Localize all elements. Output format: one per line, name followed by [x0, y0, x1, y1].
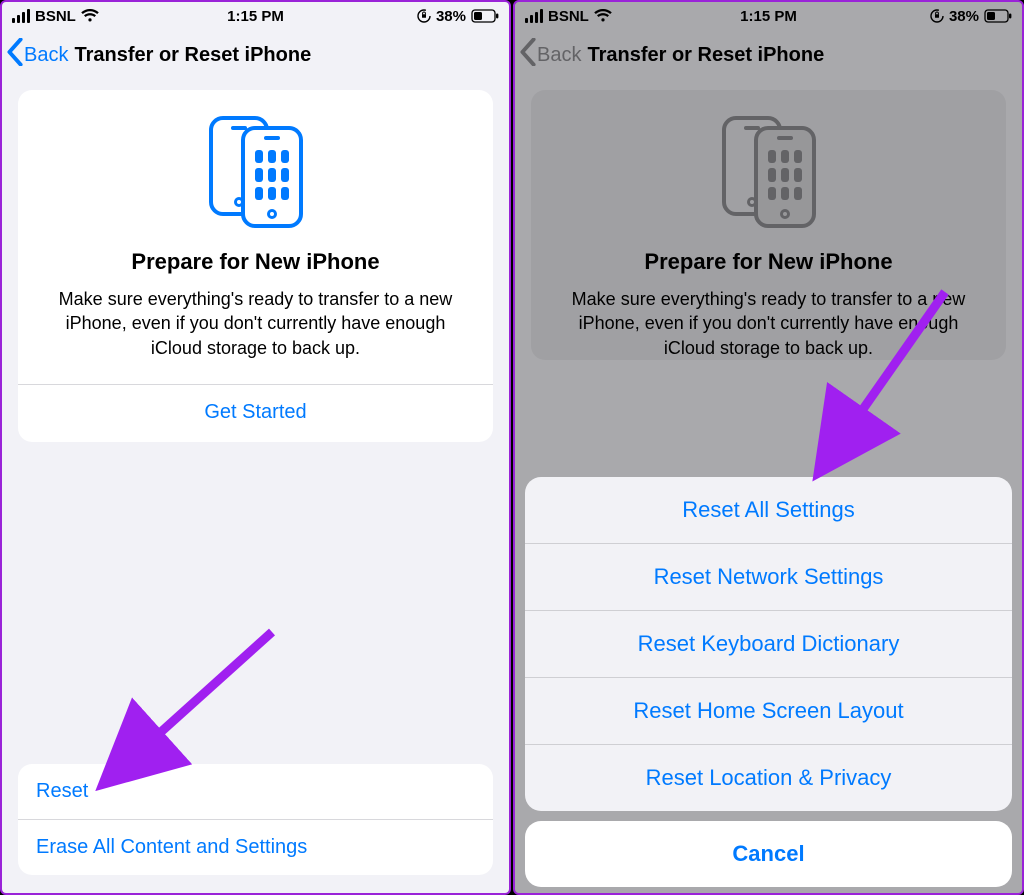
sheet-reset-keyboard[interactable]: Reset Keyboard Dictionary — [525, 610, 1012, 677]
reset-action-sheet: Reset All Settings Reset Network Setting… — [525, 477, 1012, 887]
card-title: Prepare for New iPhone — [36, 249, 475, 275]
sheet-reset-all-settings[interactable]: Reset All Settings — [525, 477, 1012, 543]
sheet-reset-location-privacy[interactable]: Reset Location & Privacy — [525, 744, 1012, 811]
prepare-card: Prepare for New iPhone Make sure everyth… — [531, 90, 1006, 360]
status-bar: BSNL 1:15 PM 38% — [2, 2, 509, 30]
card-description: Make sure everything's ready to transfer… — [36, 287, 475, 360]
sheet-cancel-button[interactable]: Cancel — [525, 821, 1012, 887]
nav-bar: Back Transfer or Reset iPhone — [515, 30, 1022, 80]
card-description: Make sure everything's ready to transfer… — [549, 287, 988, 360]
screenshot-right: BSNL 1:15 PM 38% Back — [513, 0, 1024, 895]
chevron-left-icon — [6, 38, 24, 72]
erase-row[interactable]: Erase All Content and Settings — [18, 819, 493, 875]
back-button: Back — [515, 38, 581, 72]
chevron-left-icon — [519, 38, 537, 72]
screenshot-left: BSNL 1:15 PM 38% Back — [0, 0, 511, 895]
sheet-reset-home-screen[interactable]: Reset Home Screen Layout — [525, 677, 1012, 744]
get-started-button[interactable]: Get Started — [36, 385, 475, 442]
prepare-card: Prepare for New iPhone Make sure everyth… — [18, 90, 493, 442]
page-title: Transfer or Reset iPhone — [74, 44, 311, 67]
back-label: Back — [24, 44, 68, 67]
clock-label: 1:15 PM — [515, 8, 1022, 25]
back-label: Back — [537, 44, 581, 67]
back-button[interactable]: Back — [2, 38, 68, 72]
card-title: Prepare for New iPhone — [549, 249, 988, 275]
page-title: Transfer or Reset iPhone — [587, 44, 824, 67]
bottom-options-list: Reset Erase All Content and Settings — [18, 764, 493, 875]
status-bar: BSNL 1:15 PM 38% — [515, 2, 1022, 30]
reset-row[interactable]: Reset — [18, 764, 493, 819]
nav-bar: Back Transfer or Reset iPhone — [2, 30, 509, 80]
two-iphones-icon — [201, 112, 311, 232]
clock-label: 1:15 PM — [2, 8, 509, 25]
two-iphones-icon — [714, 112, 824, 232]
sheet-reset-network-settings[interactable]: Reset Network Settings — [525, 543, 1012, 610]
